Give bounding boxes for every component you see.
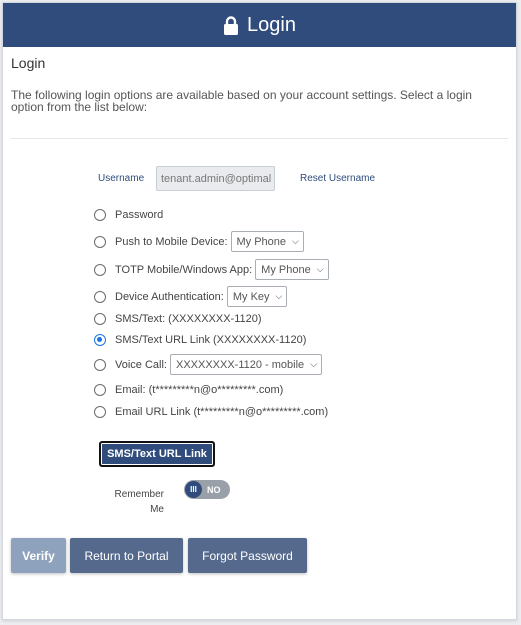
option-label: Password — [115, 209, 164, 221]
radio-device-auth[interactable] — [94, 290, 106, 303]
toggle-knob: III — [185, 481, 202, 498]
voice-number-select[interactable]: XXXXXXXX-1120 - mobile ⌵ — [169, 354, 323, 375]
radio-sms-url[interactable] — [94, 334, 106, 346]
push-device-select[interactable]: My Phone ⌵ — [230, 231, 304, 252]
return-to-portal-button[interactable]: Return to Portal — [70, 538, 183, 573]
section-title: Login — [11, 55, 46, 71]
login-header: Login — [3, 3, 516, 47]
lock-icon — [224, 15, 239, 35]
radio-totp[interactable] — [94, 263, 106, 276]
option-label: SMS/Text URL Link (XXXXXXXX-1120) — [115, 334, 307, 346]
username-label: Username — [98, 173, 145, 184]
option-label: Push to Mobile Device: — [115, 235, 228, 248]
radio-email-url[interactable] — [94, 406, 106, 418]
send-sms-url-button[interactable]: SMS/Text URL Link — [99, 441, 215, 467]
toggle-state-label: NO — [207, 484, 221, 495]
totp-device-select[interactable]: My Phone ⌵ — [255, 259, 329, 280]
chevron-down-icon: ⌵ — [310, 359, 318, 369]
radio-voice-call[interactable] — [94, 358, 106, 371]
option-label: TOTP Mobile/Windows App: — [115, 263, 253, 276]
chevron-down-icon: ⌵ — [275, 291, 283, 301]
username-field[interactable]: tenant.admin@optimal — [156, 166, 275, 191]
option-label: Device Authentication: — [115, 290, 224, 303]
option-totp[interactable]: TOTP Mobile/Windows App: My Phone ⌵ — [94, 259, 329, 280]
forgot-password-button[interactable]: Forgot Password — [188, 538, 307, 573]
radio-push-mobile[interactable] — [94, 235, 106, 248]
option-device-auth[interactable]: Device Authentication: My Key ⌵ — [94, 286, 288, 307]
chevron-down-icon: ⌵ — [316, 264, 324, 274]
option-label: Voice Call: — [115, 358, 167, 371]
radio-email[interactable] — [94, 384, 106, 396]
intro-text: The following login options are availabl… — [11, 88, 472, 114]
option-email-url[interactable]: Email URL Link (t*********n@o*********.c… — [94, 406, 328, 418]
option-sms-url[interactable]: SMS/Text URL Link (XXXXXXXX-1120) — [94, 334, 306, 346]
remember-me-label: Remember Me — [114, 489, 164, 515]
chevron-down-icon: ⌵ — [292, 236, 299, 246]
reset-username-link[interactable]: Reset Username — [300, 173, 375, 184]
remember-me-toggle[interactable]: III NO — [184, 480, 230, 499]
radio-password[interactable] — [94, 209, 106, 221]
radio-sms[interactable] — [94, 313, 106, 325]
option-password[interactable]: Password — [94, 209, 163, 221]
option-label: Email: (t*********n@o*********.com) — [115, 384, 284, 396]
login-card: Login Login The following login options … — [2, 2, 517, 620]
verify-button[interactable]: Verify — [11, 538, 66, 573]
header-title: Login — [247, 13, 296, 36]
divider — [11, 138, 508, 139]
option-label: Email URL Link (t*********n@o*********.c… — [115, 406, 329, 418]
device-key-select[interactable]: My Key ⌵ — [226, 286, 288, 307]
option-push-mobile[interactable]: Push to Mobile Device: My Phone ⌵ — [94, 231, 304, 252]
option-voice-call[interactable]: Voice Call: XXXXXXXX-1120 - mobile ⌵ — [94, 354, 323, 375]
option-email[interactable]: Email: (t*********n@o*********.com) — [94, 384, 283, 396]
option-label: SMS/Text: (XXXXXXXX-1120) — [115, 313, 262, 325]
option-sms[interactable]: SMS/Text: (XXXXXXXX-1120) — [94, 313, 262, 325]
